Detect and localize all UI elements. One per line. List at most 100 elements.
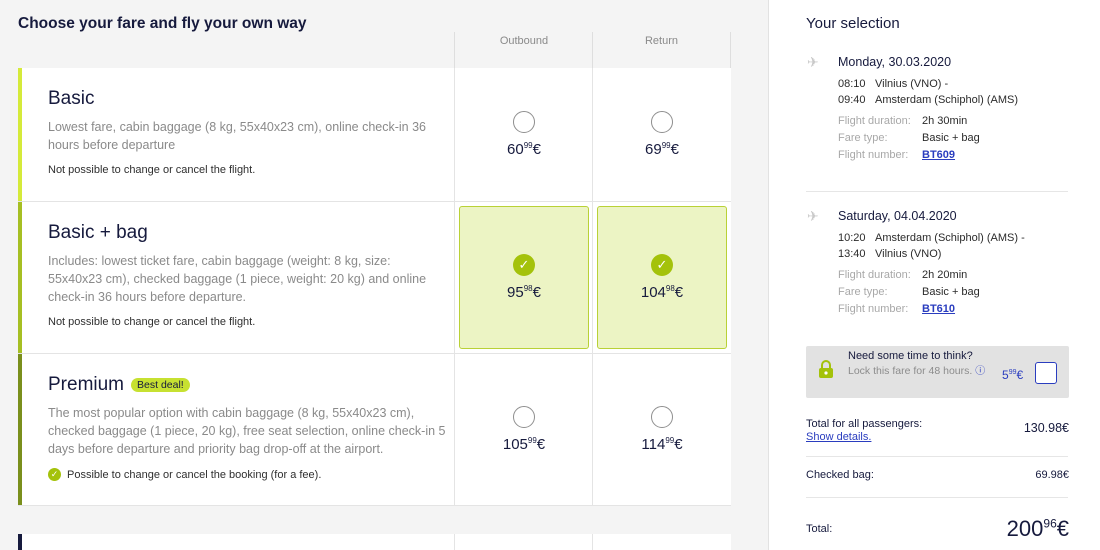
arrival-place: Amsterdam (Schiphol) (AMS) <box>875 94 1019 106</box>
duration-row: Flight duration: 2h 20min <box>838 269 968 281</box>
fare-option[interactable]: 10599€ <box>459 358 589 501</box>
fare-description: Lowest fare, cabin baggage (8 kg, 55x40x… <box>48 120 427 152</box>
fare-cell-basic-return[interactable]: 6999€ <box>592 68 731 201</box>
flight-number-link[interactable]: BT610 <box>922 303 955 315</box>
fare-cell-basic-bag-return[interactable]: ✓ 10498€ <box>592 202 731 353</box>
flight-outbound: Monday, 30.03.2020 08:10 Vilnius (VNO) - … <box>838 55 1070 161</box>
fare-color-bar <box>18 68 22 201</box>
fare-price: 10498€ <box>640 284 684 301</box>
flight-details: Flight duration: 2h 30min Fare type: Basic… <box>838 115 1070 161</box>
show-details-link[interactable]: Show details. <box>806 431 922 443</box>
fare-type-row: Fare type: Basic + bag <box>838 132 980 144</box>
departure-place: Amsterdam (Schiphol) (AMS) - <box>875 232 1025 244</box>
flight-number-link[interactable]: BT609 <box>922 149 955 161</box>
plane-icon: ✈ <box>807 54 819 70</box>
fare-info: Basic + bag Includes: lowest ticket fare… <box>48 222 448 328</box>
radio-button[interactable] <box>651 111 673 133</box>
fare-cell-basic-bag-outbound[interactable]: ✓ 9598€ <box>454 202 593 353</box>
fare-option[interactable]: 6999€ <box>597 72 727 197</box>
fare-cell[interactable] <box>592 534 731 550</box>
check-icon[interactable]: ✓ <box>651 254 673 276</box>
page-title: Choose your fare and fly your own way <box>18 15 307 32</box>
fare-option-selected[interactable]: ✓ 10498€ <box>597 206 727 349</box>
checked-bag-label: Checked bag: <box>806 469 874 481</box>
fare-cell[interactable] <box>454 534 593 550</box>
fare-row-basic-bag: Basic + bag Includes: lowest ticket fare… <box>18 202 731 354</box>
fare-note-text: Not possible to change or cancel the fli… <box>48 164 256 176</box>
total-row: Total: 20096€ <box>806 516 1069 542</box>
fare-price: 11499€ <box>641 436 683 453</box>
fare-info: Basic Lowest fare, cabin baggage (8 kg, … <box>48 88 448 176</box>
arrival-line: 09:40 Amsterdam (Schiphol) (AMS) <box>838 94 1070 106</box>
fare-info: Premium Best deal! The most popular optio… <box>48 374 448 481</box>
fare-row-basic: Basic Lowest fare, cabin baggage (8 kg, … <box>18 68 731 202</box>
total-passengers-row: Total for all passengers: Show details. … <box>806 418 1069 443</box>
fare-cell-premium-return[interactable]: 11499€ <box>592 354 731 505</box>
flight-date: Saturday, 04.04.2020 <box>838 209 957 223</box>
fare-price: 6999€ <box>645 141 679 158</box>
fare-color-bar <box>18 202 22 353</box>
fare-note-text: Possible to change or cancel the booking… <box>67 468 322 481</box>
fare-option[interactable]: 6099€ <box>459 72 589 197</box>
departure-time: 10:20 <box>838 232 866 244</box>
checked-bag-value: 69.98€ <box>1035 469 1069 481</box>
fare-description: The most popular option with cabin bagga… <box>48 406 446 456</box>
lock-description: Lock this fare for 48 hours. ⓘ <box>848 365 986 377</box>
check-icon[interactable]: ✓ <box>513 254 535 276</box>
fare-option[interactable]: 11499€ <box>597 358 727 501</box>
flight-number-row: Flight number: BT610 <box>838 303 956 315</box>
flight-number-row: Flight number: BT609 <box>838 149 956 161</box>
radio-button[interactable] <box>651 406 673 428</box>
fare-price: 6099€ <box>507 141 541 158</box>
lock-fare-checkbox[interactable] <box>1035 362 1057 384</box>
selection-summary-panel: Your selection ✈ Monday, 30.03.2020 08:1… <box>768 0 1100 550</box>
divider <box>806 456 1068 457</box>
radio-button[interactable] <box>513 406 535 428</box>
lock-title: Need some time to think? <box>848 350 973 362</box>
flight-return: Saturday, 04.04.2020 10:20 Amsterdam (Sch… <box>838 209 1070 315</box>
selection-title: Your selection <box>806 15 900 32</box>
arrival-time: 09:40 <box>838 94 866 106</box>
flight-date: Monday, 30.03.2020 <box>838 55 952 69</box>
fare-name-label: Premium <box>48 374 125 395</box>
departure-line: 08:10 Vilnius (VNO) - <box>838 78 1070 90</box>
lock-fare-box: Need some time to think? Lock this fare … <box>806 346 1069 398</box>
arrival-place: Vilnius (VNO) <box>875 248 942 260</box>
arrival-line: 13:40 Vilnius (VNO) <box>838 248 1070 260</box>
fare-type-row: Fare type: Basic + bag <box>838 286 980 298</box>
fare-note: Not possible to change or cancel the fli… <box>48 164 448 176</box>
lock-price: 599€ <box>1002 368 1024 382</box>
lock-icon <box>819 360 833 378</box>
fare-option-selected[interactable]: ✓ 9598€ <box>459 206 589 349</box>
fare-price: 9598€ <box>507 284 541 301</box>
best-deal-badge: Best deal! <box>131 378 190 392</box>
arrival-time: 13:40 <box>838 248 866 260</box>
checked-bag-row: Checked bag: 69.98€ <box>806 469 1069 481</box>
duration-row: Flight duration: 2h 30min <box>838 115 968 127</box>
fare-cell-basic-outbound[interactable]: 6099€ <box>454 68 593 201</box>
fare-note: Not possible to change or cancel the fli… <box>48 316 448 328</box>
column-header-return: Return <box>592 32 731 68</box>
fare-note: ✓ Possible to change or cancel the bookin… <box>48 468 448 481</box>
divider <box>806 497 1068 498</box>
fare-name: Premium Best deal! <box>48 374 448 396</box>
departure-line: 10:20 Amsterdam (Schiphol) (AMS) - <box>838 232 1070 244</box>
column-header-outbound: Outbound <box>454 32 593 68</box>
info-icon[interactable]: ⓘ <box>975 366 985 377</box>
departure-place: Vilnius (VNO) - <box>875 78 949 90</box>
radio-button[interactable] <box>513 111 535 133</box>
fare-price: 10599€ <box>502 436 546 453</box>
fare-name: Basic + bag <box>48 222 448 244</box>
total-passengers-value: 130.98€ <box>1023 421 1069 435</box>
fare-cell-premium-outbound[interactable]: 10599€ <box>454 354 593 505</box>
fare-name-label: Basic + bag <box>48 222 148 243</box>
total-label: Total: <box>806 523 833 535</box>
total-passengers-label: Total for all passengers: <box>806 418 923 430</box>
fare-name: Basic <box>48 88 448 110</box>
fare-name-label: Basic <box>48 88 95 109</box>
check-icon: ✓ <box>48 468 61 481</box>
fare-color-bar <box>18 354 22 505</box>
fare-note-text: Not possible to change or cancel the fli… <box>48 316 256 328</box>
flight-details: Flight duration: 2h 20min Fare type: Basic… <box>838 269 1070 315</box>
lock-text: Need some time to think? Lock this fare … <box>848 350 988 380</box>
